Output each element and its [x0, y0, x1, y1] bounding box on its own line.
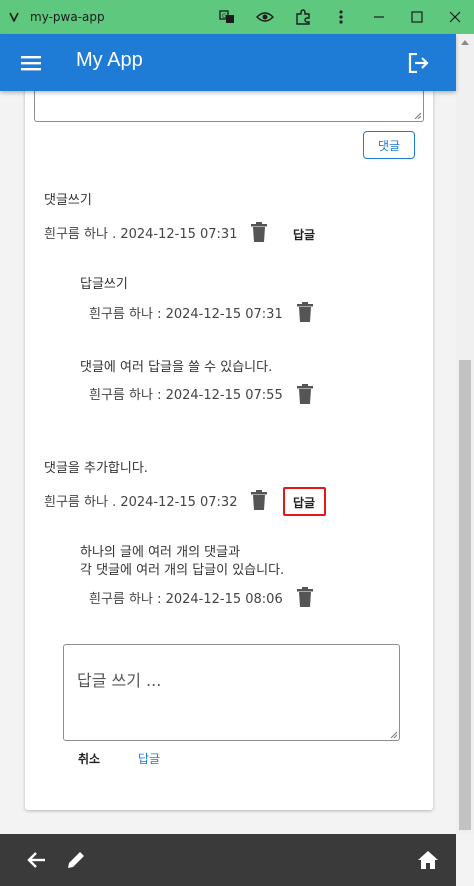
- reply-cancel-button[interactable]: 취소: [78, 750, 100, 767]
- resize-grip-icon: [390, 731, 397, 738]
- back-arrow-icon[interactable]: [24, 848, 48, 872]
- logout-icon[interactable]: [406, 50, 432, 76]
- minimize-button[interactable]: [360, 0, 398, 34]
- eye-icon[interactable]: [246, 0, 284, 34]
- resize-grip-icon: [414, 112, 421, 119]
- window-title: my-pwa-app: [30, 10, 105, 24]
- window-titlebar: my-pwa-app G: [0, 0, 474, 34]
- translate-icon[interactable]: G: [208, 0, 246, 34]
- reply-button[interactable]: 답글: [293, 226, 315, 243]
- delete-icon[interactable]: [296, 302, 314, 322]
- scrollbar-thumb[interactable]: [459, 360, 471, 830]
- reply-button-highlight: [283, 487, 326, 516]
- app-title: My App: [76, 49, 143, 71]
- delete-icon[interactable]: [250, 490, 268, 510]
- close-button[interactable]: [436, 0, 474, 34]
- reply-textarea[interactable]: 답글 쓰기 ...: [63, 644, 400, 741]
- comment-text: 댓글을 추가합니다.: [44, 461, 148, 476]
- delete-icon[interactable]: [250, 222, 268, 242]
- bottom-bar: [0, 834, 456, 886]
- scroll-up-arrow-icon[interactable]: [461, 40, 469, 45]
- reply-meta: 흰구름 하나 : 2024-12-15 07:55: [89, 388, 283, 403]
- comment-text: 댓글쓰기: [44, 193, 92, 208]
- reply-text: 댓글에 여러 답글을 쓸 수 있습니다.: [80, 360, 273, 375]
- reply-submit-button[interactable]: 답글: [138, 750, 160, 767]
- svg-text:G: G: [222, 13, 227, 20]
- menu-icon[interactable]: [18, 50, 44, 76]
- home-icon[interactable]: [416, 848, 440, 872]
- reply-text: 답글쓰기: [80, 277, 128, 292]
- reply-placeholder: 답글 쓰기 ...: [77, 671, 162, 690]
- vertical-scrollbar[interactable]: [456, 34, 474, 834]
- delete-icon[interactable]: [296, 384, 314, 404]
- more-vert-icon[interactable]: [322, 0, 360, 34]
- edit-icon[interactable]: [64, 848, 88, 872]
- app-bar: My App: [0, 34, 456, 91]
- reply-meta: 흰구름 하나 : 2024-12-15 08:06: [89, 592, 283, 607]
- reply-meta: 흰구름 하나 : 2024-12-15 07:31: [89, 307, 283, 322]
- reply-text-line2: 각 댓글에 여러 개의 답글이 있습니다.: [80, 563, 285, 578]
- extensions-icon[interactable]: [284, 0, 322, 34]
- comment-meta: 흰구름 하나 . 2024-12-15 07:31: [44, 227, 238, 242]
- delete-icon[interactable]: [296, 587, 314, 607]
- comment-submit-button[interactable]: 댓글: [363, 131, 415, 159]
- reply-text-line1: 하나의 글에 여러 개의 댓글과: [80, 545, 241, 560]
- app-logo-icon: [8, 10, 20, 24]
- comment-meta: 흰구름 하나 . 2024-12-15 07:32: [44, 495, 238, 510]
- maximize-button[interactable]: [398, 0, 436, 34]
